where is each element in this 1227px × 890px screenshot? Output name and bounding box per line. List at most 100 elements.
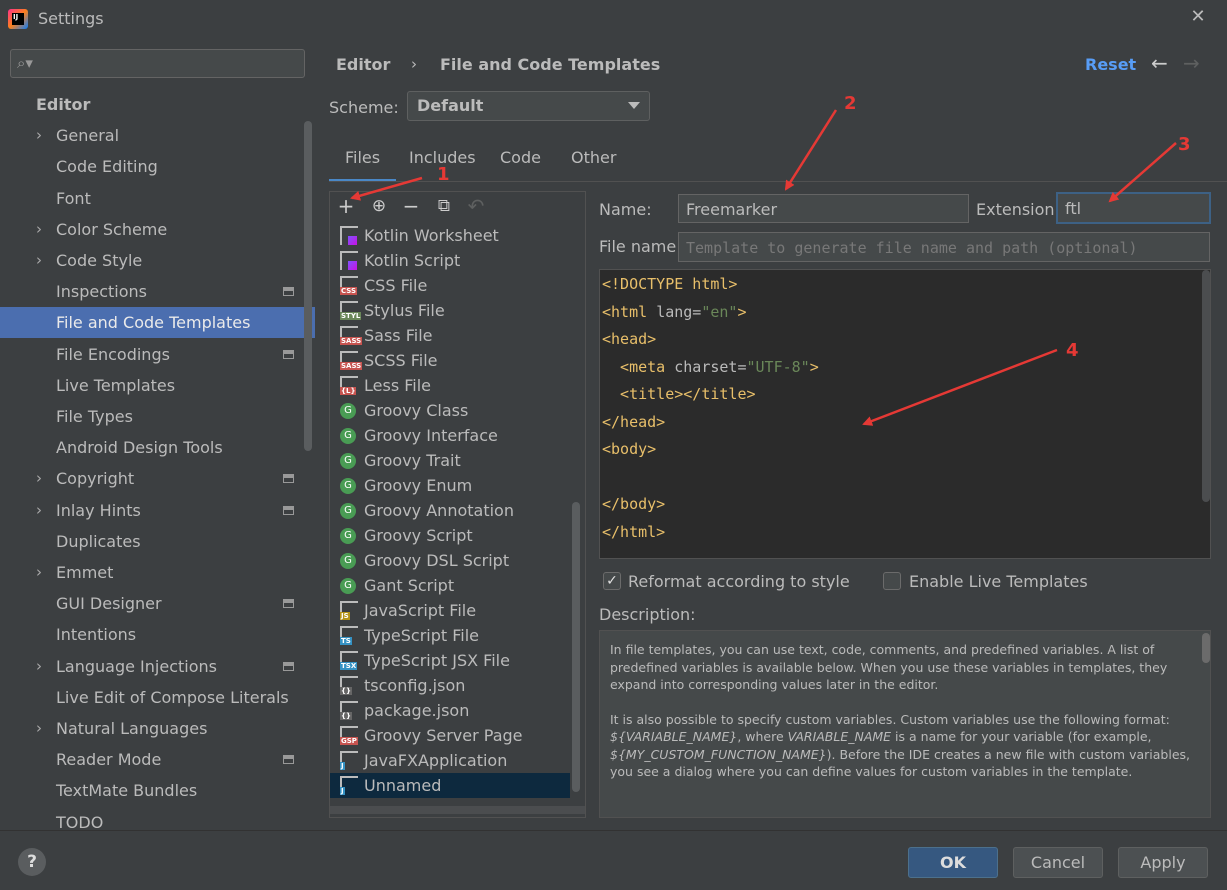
sidebar-scrollbar[interactable] [304,121,312,451]
list-item[interactable]: G Groovy Trait [330,448,570,473]
list-item[interactable]: SASS SCSS File [330,348,570,373]
ok-button[interactable]: OK [908,847,998,878]
list-item[interactable]: GSP Groovy Server Page [330,723,570,748]
chevron-right-icon[interactable]: › [36,245,42,276]
breadcrumb-editor[interactable]: Editor [336,55,390,74]
list-item[interactable]: G Groovy Interface [330,423,570,448]
description-scrollbar[interactable] [1202,633,1210,663]
help-icon[interactable]: ? [18,848,46,876]
cancel-button[interactable]: Cancel [1013,847,1103,878]
list-item[interactable]: SASS Sass File [330,323,570,348]
close-icon[interactable]: ✕ [1188,7,1208,27]
chevron-right-icon[interactable]: › [36,651,42,682]
breadcrumb-separator: › [411,55,417,73]
sidebar-item[interactable]: › Copyright [0,463,300,494]
sidebar-item[interactable]: Live Templates [0,370,300,401]
sidebar-item[interactable]: Inspections [0,276,300,307]
sidebar-item[interactable]: Intentions [0,619,300,650]
template-code-editor[interactable]: <!DOCTYPE html> <html lang="en"> <head> <m… [599,269,1211,559]
sidebar-item[interactable]: › Emmet [0,557,300,588]
template-name: SCSS File [364,351,438,370]
tab-other[interactable]: Other [571,148,616,182]
reformat-checkbox[interactable]: ✓ [603,572,621,590]
list-item[interactable]: {L} Less File [330,373,570,398]
reformat-label: Reformat according to style [628,572,850,591]
list-item[interactable]: G Groovy Annotation [330,498,570,523]
sidebar-item[interactable]: Android Design Tools [0,432,300,463]
chevron-right-icon[interactable]: › [36,495,42,526]
list-item[interactable]: JS JavaScript File [330,598,570,623]
sidebar-item[interactable]: File Encodings [0,339,300,370]
sidebar-item[interactable]: › Language Injections [0,651,300,682]
back-arrow-icon[interactable]: ← [1151,51,1168,75]
filename-field[interactable]: Template to generate file name and path … [678,232,1210,262]
chevron-right-icon[interactable]: › [36,557,42,588]
sidebar-item[interactable]: Font [0,183,300,214]
template-list-scrollbar[interactable] [572,502,580,792]
scheme-dropdown[interactable]: Default [407,91,650,121]
remove-icon[interactable]: − [400,194,422,218]
list-item[interactable]: CSS CSS File [330,273,570,298]
file-type-icon: J [340,751,358,770]
sidebar-item[interactable]: Live Edit of Compose Literals [0,682,300,713]
list-item[interactable]: G Groovy Class [330,398,570,423]
list-item[interactable]: {} tsconfig.json [330,673,570,698]
editor-scrollbar[interactable] [1202,270,1210,502]
window-title: Settings [38,9,104,28]
tab-files[interactable]: Files [329,148,397,182]
code-line: </body> [602,495,665,513]
code-line: <!DOCTYPE html> [602,275,737,293]
live-templates-checkbox[interactable] [883,572,901,590]
list-item[interactable]: G Gant Script [330,573,570,598]
sidebar-item[interactable]: TODO [0,807,300,830]
sidebar-item[interactable]: TextMate Bundles [0,775,300,806]
list-item[interactable]: G Groovy Script [330,523,570,548]
template-name: Groovy Script [364,526,473,545]
sidebar-item[interactable]: › Inlay Hints [0,495,300,526]
chevron-right-icon[interactable]: › [36,120,42,151]
template-list-hscrollbar[interactable] [330,806,585,814]
file-type-badge: J [340,762,345,770]
file-type-badge: J [340,787,345,795]
list-item[interactable]: STYL Stylus File [330,298,570,323]
sidebar-item[interactable]: › Color Scheme [0,214,300,245]
sidebar-item[interactable]: Code Editing [0,151,300,182]
template-name: Less File [364,376,432,395]
add-icon[interactable]: + [335,194,357,218]
sidebar-item[interactable]: Duplicates [0,526,300,557]
chevron-right-icon[interactable]: › [36,713,42,744]
list-item[interactable]: J JavaFXApplication [330,748,570,773]
tab-code[interactable]: Code [500,148,541,182]
name-field[interactable]: Freemarker [678,194,969,223]
sidebar-item[interactable]: Reader Mode [0,744,300,775]
list-item[interactable]: {} package.json [330,698,570,723]
forward-arrow-icon[interactable]: → [1183,51,1200,75]
reset-icon[interactable]: ↶ [465,194,487,218]
list-item[interactable]: J Unnamed [330,773,570,798]
reset-link[interactable]: Reset [1085,55,1136,74]
sidebar-item[interactable]: › Natural Languages [0,713,300,744]
apply-button[interactable]: Apply [1118,847,1208,878]
list-item[interactable]: Kotlin Worksheet [330,223,570,248]
chevron-right-icon[interactable]: › [36,214,42,245]
code-token: </html> [602,522,666,541]
list-item[interactable]: Kotlin Script [330,248,570,273]
copy-icon[interactable]: ⧉ [433,194,455,218]
file-type-badge: SASS [340,337,363,345]
list-item[interactable]: G Groovy DSL Script [330,548,570,573]
sidebar-item-label: TODO [56,812,104,830]
add-child-icon[interactable]: ⊕ [368,194,390,218]
search-input[interactable]: ⌕▾ [10,49,305,78]
list-item[interactable]: TS TypeScript File [330,623,570,648]
sidebar-item[interactable]: Editor [0,89,300,120]
code-token: </head> [602,412,666,431]
list-item[interactable]: TSX TypeScript JSX File [330,648,570,673]
extension-field[interactable]: ftl [1056,192,1211,224]
sidebar-item[interactable]: File and Code Templates [0,307,315,339]
chevron-right-icon[interactable]: › [36,463,42,494]
list-item[interactable]: G Groovy Enum [330,473,570,498]
sidebar-item[interactable]: File Types [0,401,300,432]
sidebar-item[interactable]: › Code Style [0,245,300,276]
sidebar-item[interactable]: › General [0,120,300,151]
sidebar-item[interactable]: GUI Designer [0,588,300,619]
